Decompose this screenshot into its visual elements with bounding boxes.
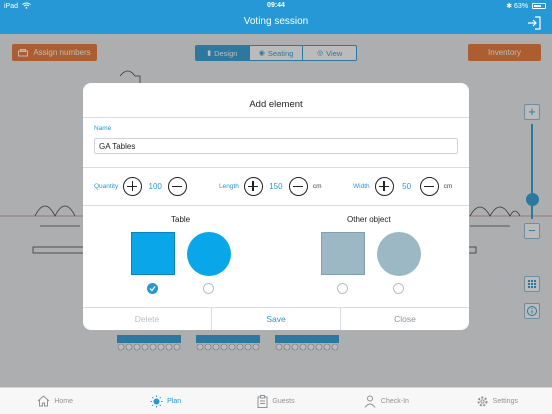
table-round-option[interactable] (187, 232, 231, 276)
quantity-decrease-button[interactable] (168, 176, 188, 196)
width-stepper: Width 50 cm (353, 175, 452, 197)
length-unit: cm (312, 182, 322, 190)
dimensions-row: Quantity 100 Length 150 cm Width 50 cm (83, 175, 469, 197)
other-round-option[interactable] (377, 232, 421, 276)
other-object-heading: Other object (347, 215, 391, 224)
bluetooth-icon: ✱ (506, 3, 513, 10)
divider (83, 205, 469, 206)
name-input[interactable]: GA Tables (94, 138, 458, 154)
quantity-stepper: Quantity 100 (94, 175, 188, 197)
person-icon (364, 395, 376, 408)
name-label: Name (94, 125, 112, 132)
dialog-footer: Delete Save Close (83, 307, 469, 330)
status-battery: ✱ 63% (506, 2, 546, 10)
width-increase-button[interactable] (374, 176, 394, 196)
length-increase-button[interactable] (243, 176, 263, 196)
other-square-option[interactable] (321, 232, 365, 275)
width-label: Width (353, 182, 370, 190)
tab-guests[interactable]: Guests (221, 388, 331, 414)
quantity-value[interactable]: 100 (148, 182, 162, 191)
dialog-title: Add element (249, 99, 303, 110)
add-element-dialog: Add element Name GA Tables Quantity 100 … (83, 83, 469, 330)
other-square-radio[interactable] (337, 283, 348, 294)
length-stepper: Length 150 cm (219, 175, 322, 197)
length-label: Length (219, 182, 239, 190)
width-unit: cm (443, 182, 453, 190)
tab-check-in[interactable]: Check-In (331, 388, 441, 414)
save-button[interactable]: Save (212, 308, 341, 330)
battery-icon (532, 3, 546, 9)
clipboard-icon (257, 394, 268, 408)
length-decrease-button[interactable] (288, 176, 308, 196)
divider (83, 167, 469, 168)
sun-icon (150, 395, 163, 407)
divider (83, 117, 469, 118)
nav-bar: Voting session (0, 12, 552, 34)
gear-icon (477, 396, 488, 406)
table-round-radio[interactable] (203, 283, 214, 294)
table-heading: Table (171, 215, 191, 224)
tab-home[interactable]: Home (0, 388, 110, 414)
table-square-radio[interactable] (147, 283, 158, 294)
tab-settings[interactable]: Settings (442, 388, 552, 414)
table-square-option[interactable] (131, 232, 175, 275)
width-value[interactable]: 50 (400, 182, 414, 191)
quantity-increase-button[interactable] (123, 176, 143, 196)
quantity-label: Quantity (94, 182, 119, 190)
home-icon (38, 395, 50, 407)
check-icon (149, 286, 156, 292)
tab-plan[interactable]: Plan (110, 388, 220, 414)
tab-bar: Home Plan Guests Check-In Settings (0, 387, 552, 414)
page-title: Voting session (243, 16, 309, 27)
width-decrease-button[interactable] (419, 176, 439, 196)
other-round-radio[interactable] (393, 283, 404, 294)
delete-button[interactable]: Delete (83, 308, 212, 330)
status-bar: iPad 09:44 ✱ 63% (0, 0, 552, 12)
status-time: 09:44 (267, 2, 285, 9)
length-value[interactable]: 150 (269, 182, 283, 191)
close-button[interactable]: Close (341, 308, 469, 330)
exit-icon[interactable] (526, 15, 542, 31)
